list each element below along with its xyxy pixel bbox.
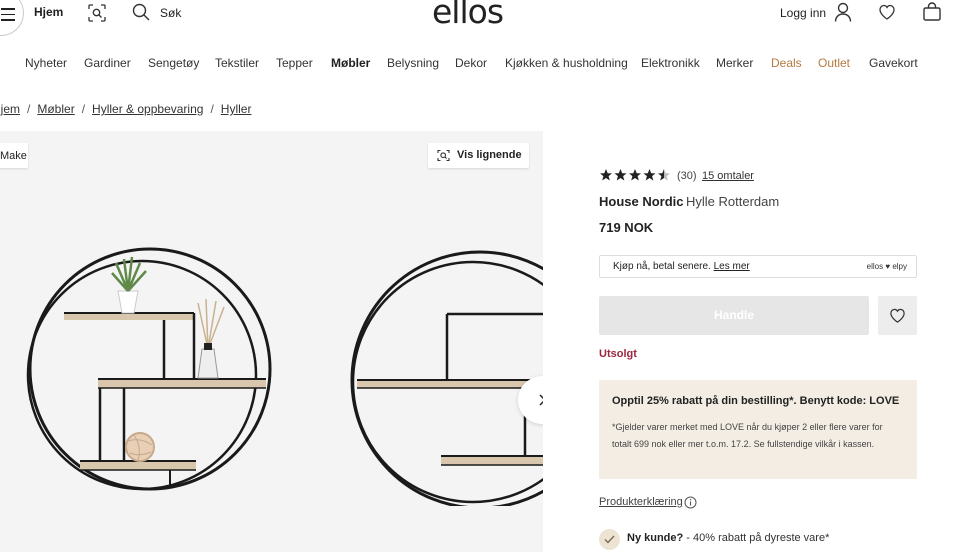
ellos-logo[interactable]: ellos	[432, 0, 504, 31]
nav-item-deals[interactable]: Deals	[771, 56, 802, 70]
gallery-label-pill[interactable]: Make	[0, 143, 28, 168]
nav-item-mobler[interactable]: Møbler	[331, 56, 370, 70]
nav-item-sengetoy[interactable]: Sengetøy	[148, 56, 199, 70]
elpy-logo: ellos ♥ elpy	[866, 262, 907, 271]
checkmark-icon	[599, 529, 620, 550]
bnpl-read-more-link[interactable]: Les mer	[714, 261, 750, 272]
nav-item-gardiner[interactable]: Gardiner	[84, 56, 131, 70]
show-similar-label: Vis lignende	[457, 149, 522, 161]
nav-item-elektronikk[interactable]: Elektronikk	[641, 56, 700, 70]
promo-title: Opptil 25% rabatt på din bestilling*. Be…	[612, 395, 900, 407]
info-icon[interactable]	[684, 496, 697, 509]
nav-item-belysning[interactable]: Belysning	[387, 56, 439, 70]
rating-stars-icon	[600, 169, 670, 181]
login-link[interactable]: Logg inn	[780, 6, 826, 20]
buy-button[interactable]: Handle	[599, 296, 869, 335]
new-customer-label: Ny kunde?	[627, 532, 684, 544]
breadcrumb-mobler[interactable]: Møbler	[37, 102, 74, 116]
search-icon[interactable]	[132, 3, 150, 21]
search-input[interactable]: Søk	[160, 6, 181, 20]
product-gallery[interactable]: Make Vis lignende	[0, 131, 543, 552]
nav-item-dekor[interactable]: Dekor	[455, 56, 487, 70]
nav-item-tepper[interactable]: Tepper	[276, 56, 313, 70]
product-name: Hylle Rotterdam	[686, 194, 780, 209]
bnpl-text: Kjøp nå, betal senere.	[613, 261, 711, 272]
user-icon[interactable]	[834, 2, 852, 22]
hamburger-icon	[1, 8, 15, 25]
nav-item-nyheter[interactable]: Nyheter	[25, 56, 67, 70]
breadcrumb-hyller-oppbevaring[interactable]: Hyller & oppbevaring	[92, 102, 203, 116]
add-to-wishlist-button[interactable]	[878, 296, 917, 335]
rating-count: (30)	[677, 170, 697, 182]
breadcrumb-hyller[interactable]: Hyller	[221, 102, 252, 116]
product-brand[interactable]: House Nordic	[599, 194, 684, 209]
menu-button[interactable]	[0, 0, 24, 36]
category-nav: Nyheter Gardiner Sengetøy Tekstiler Tepp…	[0, 48, 960, 80]
nav-item-kjokken[interactable]: Kjøkken & husholdning	[505, 56, 628, 70]
reviews-link[interactable]: 15 omtaler	[702, 170, 754, 182]
nav-item-merker[interactable]: Merker	[716, 56, 753, 70]
breadcrumb-hjem[interactable]: Hjem	[0, 102, 20, 116]
nav-item-gavekort[interactable]: Gavekort	[869, 56, 918, 70]
show-similar-button[interactable]: Vis lignende	[428, 143, 529, 168]
top-header: Hjem Søk ellos Logg inn	[0, 0, 960, 40]
new-customer-discount: - 40% rabatt på dyreste vare*	[683, 532, 830, 544]
stock-status: Utsolgt	[599, 348, 637, 360]
product-image-main	[26, 247, 272, 491]
promo-terms: *Gjelder varer merket med LOVE når du kj…	[612, 422, 883, 449]
visual-search-icon	[437, 149, 450, 162]
nav-item-outlet[interactable]: Outlet	[818, 56, 850, 70]
promo-box: Opptil 25% rabatt på din bestilling*. Be…	[599, 380, 917, 479]
bnpl-banner: Kjøp nå, betal senere. Les mer ellos ♥ e…	[599, 255, 917, 278]
product-price: 719 NOK	[599, 220, 654, 235]
home-link[interactable]: Hjem	[34, 5, 63, 19]
chevron-right-icon	[539, 394, 543, 406]
heart-icon	[890, 308, 905, 323]
visual-search-icon[interactable]	[88, 4, 106, 22]
product-declaration-link[interactable]: Produkterklæring	[599, 496, 683, 508]
product-image-secondary	[350, 250, 543, 506]
nav-item-tekstiler[interactable]: Tekstiler	[215, 56, 259, 70]
breadcrumb: Hjem/Møbler/Hyller & oppbevaring/Hyller	[0, 102, 251, 116]
shopping-bag-icon[interactable]	[922, 2, 942, 22]
gallery-next-button[interactable]	[518, 376, 543, 424]
heart-icon[interactable]	[878, 3, 896, 21]
